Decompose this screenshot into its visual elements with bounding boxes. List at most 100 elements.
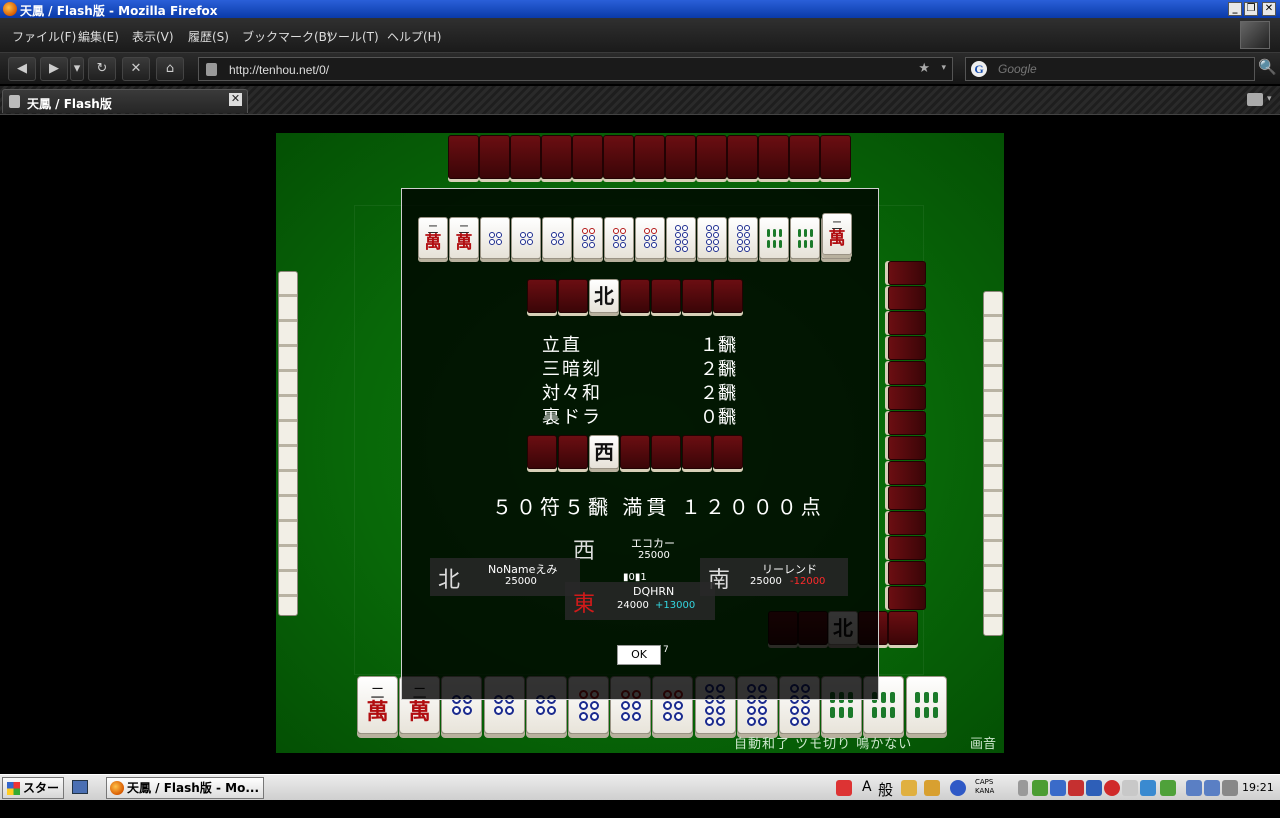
tab-close-icon[interactable]: ✕ bbox=[229, 93, 242, 106]
ime-mode-indicator[interactable]: 般 bbox=[878, 779, 893, 800]
tray-app-icon[interactable] bbox=[1086, 780, 1102, 796]
taskbar-firefox-window[interactable]: 天鳳 / Flash版 - Mo... bbox=[106, 777, 264, 799]
menu-tools[interactable]: ツール(T) bbox=[326, 28, 379, 45]
sou-stick bbox=[797, 228, 801, 237]
close-window-button[interactable]: ✕ bbox=[1262, 2, 1276, 16]
tab-tenhou[interactable]: 天鳳 / Flash版 ✕ bbox=[2, 89, 248, 113]
home-button[interactable]: ⌂ bbox=[156, 57, 184, 81]
sound-toggle[interactable]: 画音 bbox=[970, 733, 996, 752]
yaku-han: ０飜 bbox=[700, 407, 736, 428]
tile-back bbox=[888, 286, 926, 310]
volume-icon[interactable] bbox=[1222, 780, 1238, 796]
help-icon[interactable] bbox=[950, 780, 966, 796]
sou-tile-face bbox=[797, 228, 813, 248]
tile-suit-char: 萬 bbox=[366, 699, 389, 725]
pin-dot bbox=[462, 706, 472, 715]
man-tile-face: 二萬 bbox=[425, 224, 442, 252]
right-opponent-hand bbox=[983, 291, 1003, 636]
tray-app-icon[interactable] bbox=[1122, 780, 1138, 796]
network-icon[interactable] bbox=[1186, 780, 1202, 796]
tile-back bbox=[820, 135, 851, 179]
pin-dot bbox=[712, 245, 719, 252]
yaku-name: 裏ドラ bbox=[542, 407, 602, 428]
pin-dot bbox=[716, 706, 726, 715]
pin-dot bbox=[747, 706, 757, 715]
tab-list-dropdown-icon[interactable]: ▾ bbox=[1267, 94, 1272, 104]
stop-button[interactable]: ✕ bbox=[122, 57, 150, 81]
window-title: 天鳳 / Flash版 - Mozilla Firefox bbox=[20, 4, 218, 18]
firefox-icon bbox=[3, 2, 17, 16]
ime-tools-icon[interactable] bbox=[901, 780, 917, 796]
start-button[interactable]: スタート bbox=[2, 777, 64, 815]
winning-hand-tile bbox=[697, 217, 727, 259]
site-identity-icon[interactable] bbox=[206, 63, 217, 76]
tile-back bbox=[727, 135, 758, 179]
man-tile-face: 二萬 bbox=[829, 220, 846, 248]
ime-dictionary-icon[interactable] bbox=[924, 780, 940, 796]
tray-app-icon[interactable] bbox=[1104, 780, 1120, 796]
pin-dot bbox=[643, 242, 650, 248]
show-desktop-icon[interactable] bbox=[72, 780, 88, 794]
menu-bookmarks[interactable]: ブックマーク(B) bbox=[242, 28, 332, 45]
menu-history[interactable]: 履歴(S) bbox=[188, 28, 229, 45]
tile-back bbox=[888, 386, 926, 410]
tile-back bbox=[888, 361, 926, 385]
tile-back bbox=[888, 561, 926, 585]
sou-stick bbox=[778, 228, 782, 237]
pin-dot bbox=[631, 700, 641, 710]
tray-app-icon[interactable] bbox=[1050, 780, 1066, 796]
tray-app-icon[interactable] bbox=[1140, 780, 1156, 796]
hand-tile[interactable] bbox=[905, 676, 947, 734]
pin-dot bbox=[581, 242, 588, 248]
network-icon[interactable] bbox=[1204, 780, 1220, 796]
forward-button[interactable]: ▶ bbox=[40, 57, 68, 81]
hand-tile[interactable]: 二萬 bbox=[357, 676, 398, 734]
maximize-button[interactable]: ❐ bbox=[1244, 2, 1258, 16]
tile-back bbox=[888, 336, 926, 360]
history-dropdown-icon[interactable]: ▾ bbox=[70, 57, 84, 81]
tile-back bbox=[620, 279, 650, 313]
pin-dot bbox=[619, 235, 626, 241]
menu-help[interactable]: ヘルプ(H) bbox=[387, 28, 441, 45]
persona-avatar[interactable] bbox=[1240, 21, 1270, 49]
pin-dot bbox=[758, 706, 768, 715]
sou-tile-face bbox=[766, 228, 782, 248]
reload-button[interactable]: ↻ bbox=[88, 57, 116, 81]
menu-edit[interactable]: 編集(E) bbox=[78, 28, 119, 45]
tab-list-icon[interactable] bbox=[1247, 93, 1263, 106]
player-score: 25000 bbox=[750, 576, 782, 587]
windows-taskbar: スタート 天鳳 / Flash版 - Mo... A 般 CAPS KANA 19… bbox=[0, 774, 1280, 815]
minimize-button[interactable]: _ bbox=[1228, 2, 1242, 16]
player-score: 25000 bbox=[505, 576, 537, 587]
url-dropdown-icon[interactable]: ▾ bbox=[941, 63, 946, 73]
url-text[interactable]: http://tenhou.net/0/ bbox=[229, 63, 329, 77]
pin-dot bbox=[589, 700, 599, 710]
bookmark-star-icon[interactable]: ★ bbox=[918, 61, 930, 76]
search-input[interactable] bbox=[998, 61, 1238, 77]
tray-app-icon[interactable] bbox=[1068, 780, 1084, 796]
tray-app-icon[interactable] bbox=[1032, 780, 1048, 796]
pin-dot bbox=[581, 235, 588, 241]
menubar: ファイル(F) 編集(E) 表示(V) 履歴(S) ブックマーク(B) ツール(… bbox=[0, 18, 1280, 52]
ime-toolbar-icon[interactable] bbox=[836, 780, 852, 796]
start-label: スタート bbox=[23, 781, 60, 815]
search-magnifier-icon[interactable]: 🔍 bbox=[1258, 58, 1277, 76]
ime-alpha-mode[interactable]: A bbox=[862, 779, 872, 795]
ok-button[interactable]: OK bbox=[617, 645, 661, 665]
search-bar[interactable]: G bbox=[965, 57, 1255, 81]
tile-back bbox=[888, 436, 926, 460]
sou-stick bbox=[830, 707, 836, 718]
url-bar[interactable]: http://tenhou.net/0/ ★ ▾ bbox=[198, 57, 953, 81]
tray-expand-icon[interactable] bbox=[1018, 780, 1028, 796]
google-search-engine-icon[interactable]: G bbox=[971, 61, 987, 77]
sou-stick bbox=[839, 707, 845, 718]
auto-options-text[interactable]: 自動和了 ツモ切り 鳴かない bbox=[734, 733, 912, 752]
menu-file[interactable]: ファイル(F) bbox=[12, 28, 76, 45]
tab-label[interactable]: 天鳳 / Flash版 bbox=[27, 95, 112, 112]
back-button[interactable]: ◀ bbox=[8, 57, 36, 81]
pin-dot bbox=[705, 245, 712, 252]
tray-app-icon[interactable] bbox=[1160, 780, 1176, 796]
menu-view[interactable]: 表示(V) bbox=[132, 28, 174, 45]
tile-back bbox=[713, 435, 743, 469]
player-name: リーレンド bbox=[762, 563, 817, 576]
